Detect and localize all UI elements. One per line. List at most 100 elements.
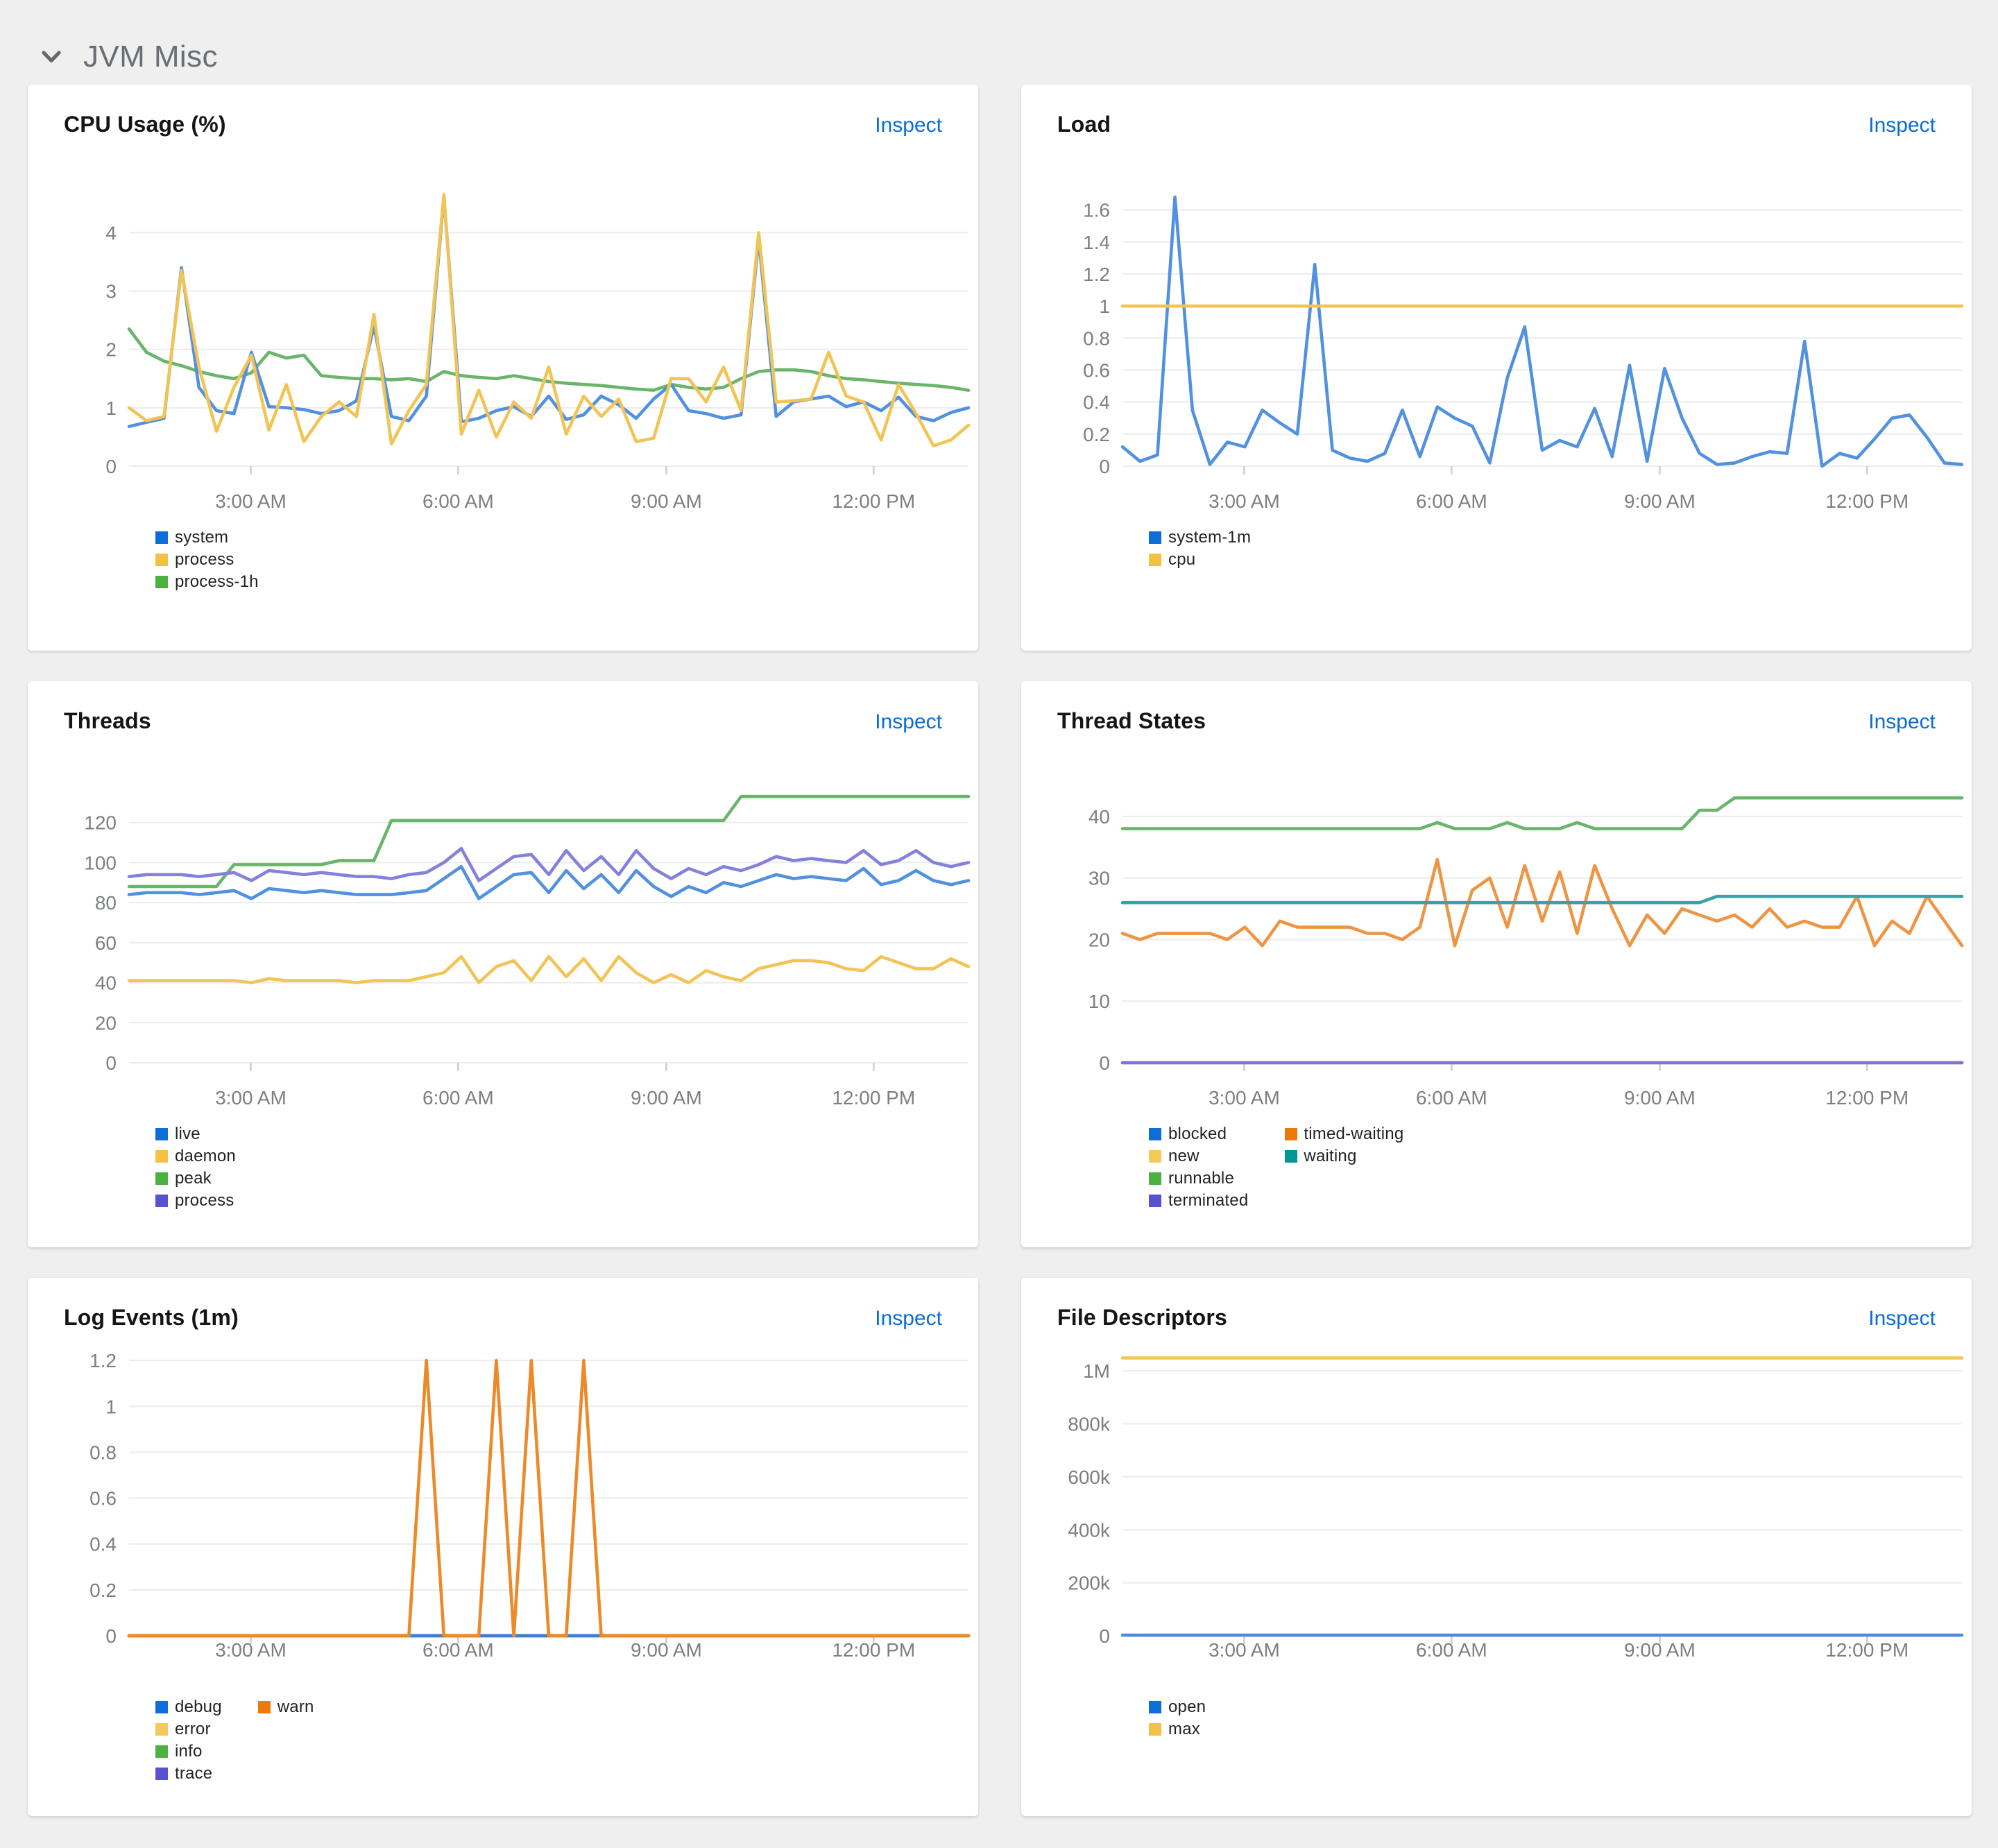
inspect-link[interactable]: Inspect [875,1307,942,1331]
legend-item-timed-waiting: timed-waiting [1284,1122,1403,1145]
inspect-link[interactable]: Inspect [1868,710,1936,734]
chart-title: File Descriptors [1057,1307,1228,1331]
legend-label: live [175,1124,200,1143]
card-thread-states: Thread States Inspect 0 10 20 30 40 3:00 AM 6:… [1021,681,1972,1247]
legend-label: open [1168,1697,1206,1716]
series-line-system [127,194,971,429]
inspect-link[interactable]: Inspect [1868,1307,1936,1331]
chart-canvas: 0 0.2 0.4 0.6 0.8 1 1.2 3:00 AM 6:00 AM 9:00 AM 12… [89,1350,971,1661]
x-axis-label: 6:00 AM [422,1087,494,1109]
y-axis-label: 0.6 [89,1488,117,1509]
legend-swatch-icon [1149,1172,1161,1184]
legend-item-system: system [155,526,259,548]
legend-swatch-icon [1284,1127,1297,1140]
y-axis-label: 100 [84,852,117,873]
y-axis-label: 1 [105,397,117,419]
legend-label: error [175,1719,211,1738]
legend-swatch-icon [1149,1127,1161,1140]
card-threads: Threads Inspect 0 20 40 60 80 100 120 3:00 AM 6:… [28,681,978,1247]
inspect-link[interactable]: Inspect [875,114,942,137]
legend-label: runnable [1168,1168,1235,1188]
legend-swatch-icon [155,1172,168,1184]
y-axis-label: 0.2 [1083,424,1110,445]
y-axis-label: 800k [1068,1414,1111,1435]
chart-canvas: 0 10 20 30 40 3:00 AM 6:00 AM 9:00 AM 12:00 PM [1088,796,1964,1109]
y-axis-label: 0.6 [1083,359,1110,381]
x-axis-label: 9:00 AM [631,490,702,512]
x-axis-label: 3:00 AM [215,490,287,512]
section-jvm-misc-toggle[interactable]: JVM Misc [28,0,1972,75]
legend-swatch-icon [155,1149,168,1162]
series-line-live [127,864,971,900]
legend-item-process-1h: process-1h [155,570,259,592]
y-axis-label: 0 [105,456,117,477]
chart-threads: 0 20 40 60 80 100 120 3:00 AM 6:00 AM 9:00 AM 12:0… [64,766,971,1211]
legend-swatch-icon [1149,531,1161,543]
legend-label: terminated [1168,1190,1249,1210]
x-axis-label: 9:00 AM [1624,1639,1696,1661]
legend-item-info: info [155,1740,222,1762]
x-axis-label: 9:00 AM [1624,490,1696,512]
chart-cpu-usage: 0 1 2 3 4 3:00 AM 6:00 AM 9:00 AM 12:00 PM system… [64,169,971,592]
x-axis-label: 12:00 PM [1825,1639,1909,1661]
x-axis-label: 9:00 AM [1624,1087,1696,1109]
legend-label: new [1168,1146,1199,1165]
x-axis-label: 12:00 PM [832,1639,915,1661]
legend-item-live: live [155,1122,236,1145]
charts-grid: CPU Usage (%) Inspect 0 1 2 3 4 3:00 AM 6:00 A… [28,85,1972,1816]
chart-legend: live daemon peak process [155,1122,971,1211]
legend-item-error: error [155,1718,222,1740]
x-axis-label: 6:00 AM [422,490,494,512]
x-axis-label: 6:00 AM [1416,490,1487,512]
chart-legend: blocked new runnable terminated timed-waitin… [1149,1122,1965,1211]
y-axis-label: 0.4 [89,1534,117,1555]
x-axis-label: 3:00 AM [1209,1639,1280,1661]
x-axis-label: 3:00 AM [215,1087,287,1109]
legend-label: max [1168,1719,1200,1738]
y-axis-label: 2 [105,339,117,361]
legend-label: debug [175,1697,222,1716]
inspect-link[interactable]: Inspect [875,710,942,734]
y-axis-label: 3 [105,281,117,302]
legend-column: system-1m cpu [1149,526,1251,570]
legend-item-system-1m: system-1m [1149,526,1251,548]
card-cpu-usage: CPU Usage (%) Inspect 0 1 2 3 4 3:00 AM 6:00 A… [28,85,978,651]
y-axis-label: 60 [95,932,117,954]
legend-label: trace [175,1763,213,1783]
x-axis-label: 12:00 PM [1825,1087,1909,1109]
y-axis-label: 1 [105,1396,117,1417]
legend-swatch-icon [1149,1722,1161,1735]
y-axis-label: 0.4 [1083,392,1110,413]
chart-canvas: 0 20 40 60 80 100 120 3:00 AM 6:00 AM 9:00 AM 12:0… [84,794,971,1109]
x-axis-label: 6:00 AM [422,1639,494,1661]
legend-label: system-1m [1168,527,1252,547]
chart-legend: system-1m cpu [1149,526,1965,570]
legend-item-process: process [155,1189,236,1211]
legend-swatch-icon [155,1127,168,1140]
chevron-down-icon[interactable] [40,45,62,67]
card-header: Threads Inspect [64,710,971,735]
page: JVM Misc CPU Usage (%) Inspect 0 1 2 3 4 3:00… [0,0,1998,1848]
y-axis-label: 0 [1099,1052,1110,1074]
card-header: Thread States Inspect [1057,710,1965,735]
chart-title: Load [1057,114,1111,137]
inspect-link[interactable]: Inspect [1868,114,1936,137]
chart-legend: system process process-1h [155,526,971,592]
y-axis-label: 1.4 [1083,232,1110,253]
x-axis-label: 9:00 AM [631,1639,702,1661]
y-axis-label: 40 [1088,806,1110,828]
legend-swatch-icon [155,553,168,565]
x-axis-label: 6:00 AM [1416,1087,1487,1109]
legend-item-blocked: blocked [1149,1122,1248,1145]
legend-label: process [175,1190,234,1210]
card-log-events: Log Events (1m) Inspect 0 0.2 0.4 0.6 0.8 1 1.… [28,1278,978,1816]
card-header: Log Events (1m) Inspect [64,1307,971,1332]
chart-thread-states: 0 10 20 30 40 3:00 AM 6:00 AM 9:00 AM 12:00 PM bl… [1057,766,1965,1211]
legend-label: system [175,527,229,547]
y-axis-label: 1.6 [1083,200,1110,221]
legend-item-terminated: terminated [1149,1189,1248,1211]
chart-canvas: 0 0.2 0.4 0.6 0.8 1 1.2 1.4 1.6 3:00 AM 6:00 AM 9:0… [1083,195,1964,512]
legend-item-warn: warn [257,1695,314,1718]
y-axis-label: 10 [1088,991,1110,1012]
legend-swatch-icon [1149,1700,1161,1713]
